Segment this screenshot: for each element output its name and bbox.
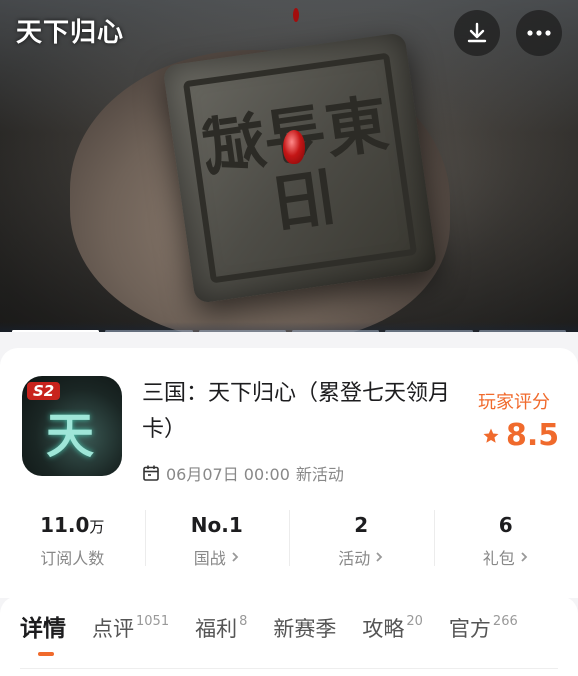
stone-seal-image: 東寻斌旧 bbox=[162, 32, 438, 304]
chevron-right-icon bbox=[519, 550, 529, 564]
stat-label: 礼包 bbox=[483, 545, 529, 569]
stat-subscribers: 11.0万 订阅人数 bbox=[0, 506, 145, 576]
slide-dot[interactable] bbox=[385, 330, 473, 332]
stat-guozhan[interactable]: No.1 国战 bbox=[144, 506, 290, 576]
tab-label: 官方 bbox=[448, 617, 491, 641]
stat-value: 6 bbox=[498, 513, 513, 537]
tab-label: 点评 bbox=[92, 617, 134, 641]
tab-bar: 详情 点评 1051 福利 8 新赛季 攻略 20 官方 266 bbox=[0, 596, 578, 676]
stats-row: 11.0万 订阅人数 No.1 国战 2 活动 6 礼包 bbox=[0, 506, 578, 576]
slide-dot[interactable] bbox=[12, 330, 100, 332]
tab-reviews[interactable]: 点评 1051 bbox=[92, 612, 169, 646]
tab-row: 详情 点评 1051 福利 8 新赛季 攻略 20 官方 266 bbox=[20, 612, 544, 646]
tab-count: 266 bbox=[492, 614, 518, 629]
hero-banner[interactable]: 東寻斌旧 天下归心 bbox=[0, 0, 578, 332]
app-icon-calligraphy: 天下 bbox=[46, 408, 95, 464]
tab-label: 攻略 bbox=[362, 617, 405, 641]
seal-face: 東寻斌旧 bbox=[182, 52, 418, 284]
rating-value: 8.5 bbox=[506, 418, 560, 453]
tab-count: 20 bbox=[406, 614, 423, 629]
stat-label: 订阅人数 bbox=[40, 549, 105, 568]
stat-label: 活动 bbox=[338, 545, 384, 569]
rating-score: 8.5 bbox=[482, 418, 559, 453]
event-date: 06月07日 00:00 bbox=[166, 465, 290, 484]
tab-label: 福利 bbox=[195, 617, 238, 641]
calendar-icon bbox=[142, 464, 160, 482]
more-button[interactable] bbox=[516, 10, 562, 56]
slide-dot[interactable] bbox=[198, 330, 286, 332]
tab-welfare[interactable]: 福利 8 bbox=[195, 612, 247, 646]
game-info-card: S2 天下 三国：天下归心（累登七天领月卡） 06月07日 00:00 新活动 … bbox=[0, 348, 578, 598]
blood-stain bbox=[283, 130, 305, 164]
slide-dot[interactable] bbox=[291, 330, 380, 332]
slide-dot[interactable] bbox=[105, 330, 193, 332]
stat-value: 11.0万 bbox=[40, 513, 105, 537]
tab-new-season[interactable]: 新赛季 bbox=[273, 612, 336, 646]
event-label: 新活动 bbox=[295, 465, 344, 484]
blood-drop bbox=[293, 8, 299, 22]
chevron-right-icon bbox=[230, 550, 240, 564]
tab-count: 1051 bbox=[136, 614, 170, 629]
game-title: 三国：天下归心（累登七天领月卡） bbox=[142, 381, 451, 442]
rating-label: 玩家评分 bbox=[478, 392, 550, 413]
more-dots-icon bbox=[527, 29, 551, 37]
tab-guides[interactable]: 攻略 20 bbox=[362, 612, 423, 646]
star-icon bbox=[482, 427, 500, 445]
event-date-row[interactable]: 06月07日 00:00 新活动 bbox=[142, 460, 344, 486]
download-icon bbox=[464, 20, 490, 46]
tab-label: 详情 bbox=[20, 616, 66, 642]
tab-label: 新赛季 bbox=[273, 617, 337, 641]
stat-label: 国战 bbox=[194, 545, 240, 569]
game-logo: 天下归心 bbox=[16, 17, 125, 48]
stat-value: No.1 bbox=[190, 513, 243, 537]
tab-details[interactable]: 详情 bbox=[20, 612, 66, 646]
chevron-right-icon bbox=[374, 550, 384, 564]
game-app-icon[interactable]: S2 天下 bbox=[22, 376, 122, 476]
slide-indicator bbox=[0, 322, 578, 332]
seal-engraving: 東寻斌旧 bbox=[198, 87, 392, 241]
stat-activities[interactable]: 2 活动 bbox=[289, 506, 434, 576]
active-tab-indicator bbox=[38, 652, 54, 656]
stat-gifts[interactable]: 6 礼包 bbox=[433, 506, 578, 576]
stat-value: 2 bbox=[354, 513, 369, 537]
slide-dot[interactable] bbox=[478, 330, 566, 332]
tab-official[interactable]: 官方 266 bbox=[449, 612, 518, 646]
download-button[interactable] bbox=[454, 10, 500, 56]
tabs-divider bbox=[20, 668, 558, 669]
tab-count: 8 bbox=[239, 614, 248, 629]
